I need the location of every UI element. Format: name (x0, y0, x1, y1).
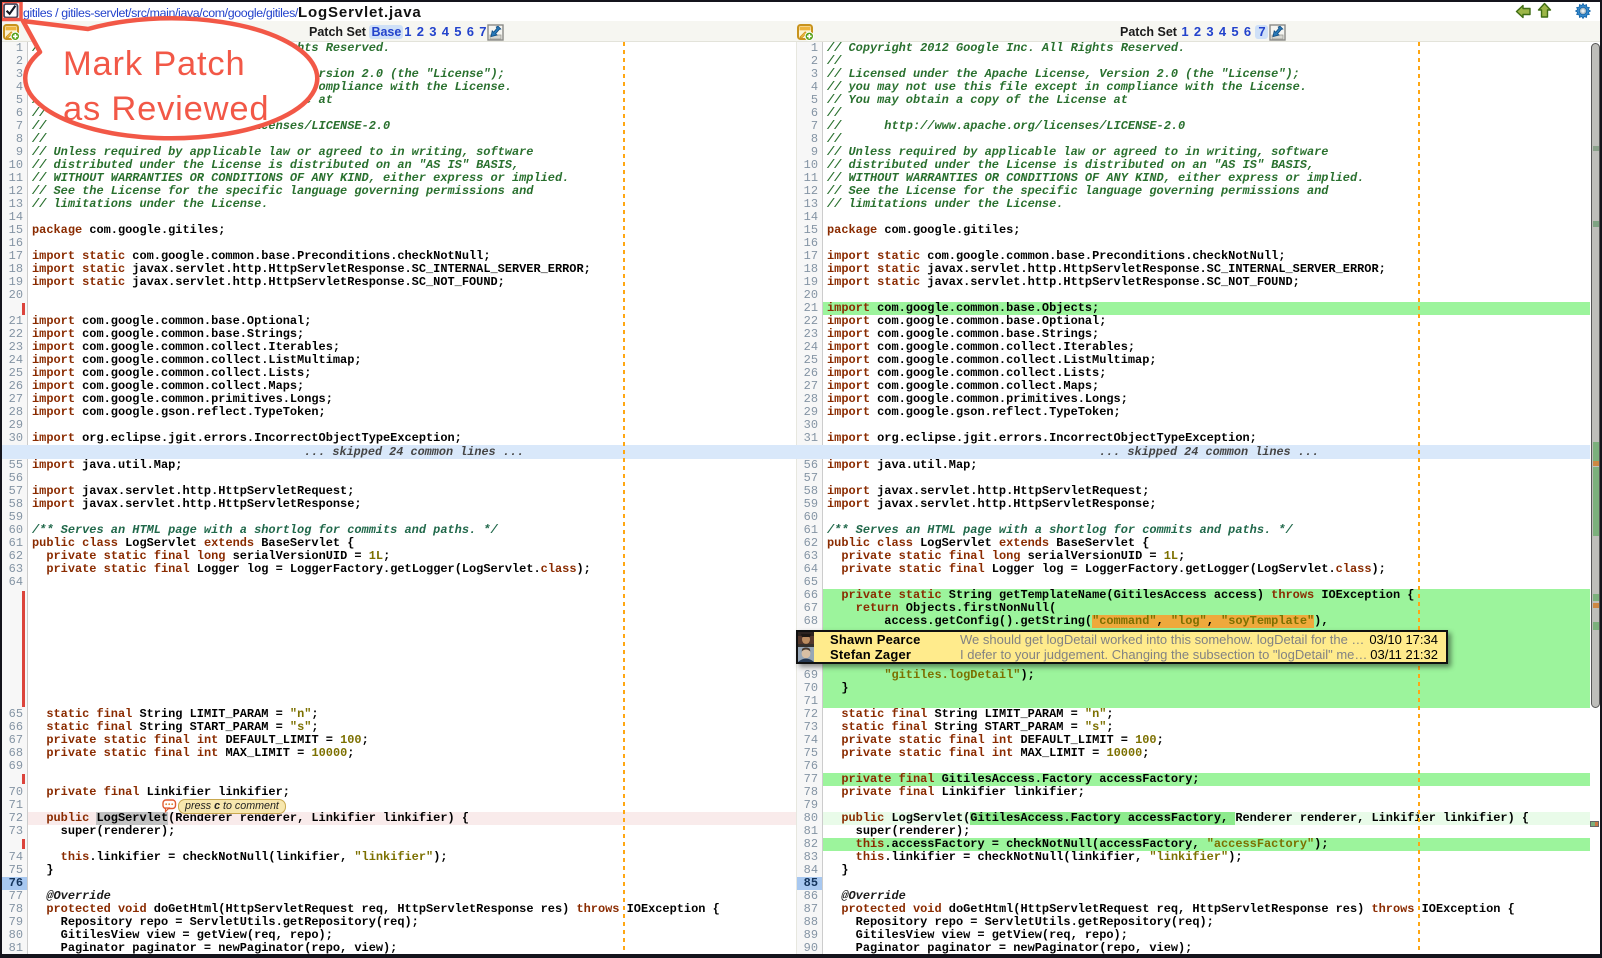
svg-text:Mark Patch: Mark Patch (63, 45, 245, 83)
svg-text:as Reviewed: as Reviewed (63, 90, 269, 128)
